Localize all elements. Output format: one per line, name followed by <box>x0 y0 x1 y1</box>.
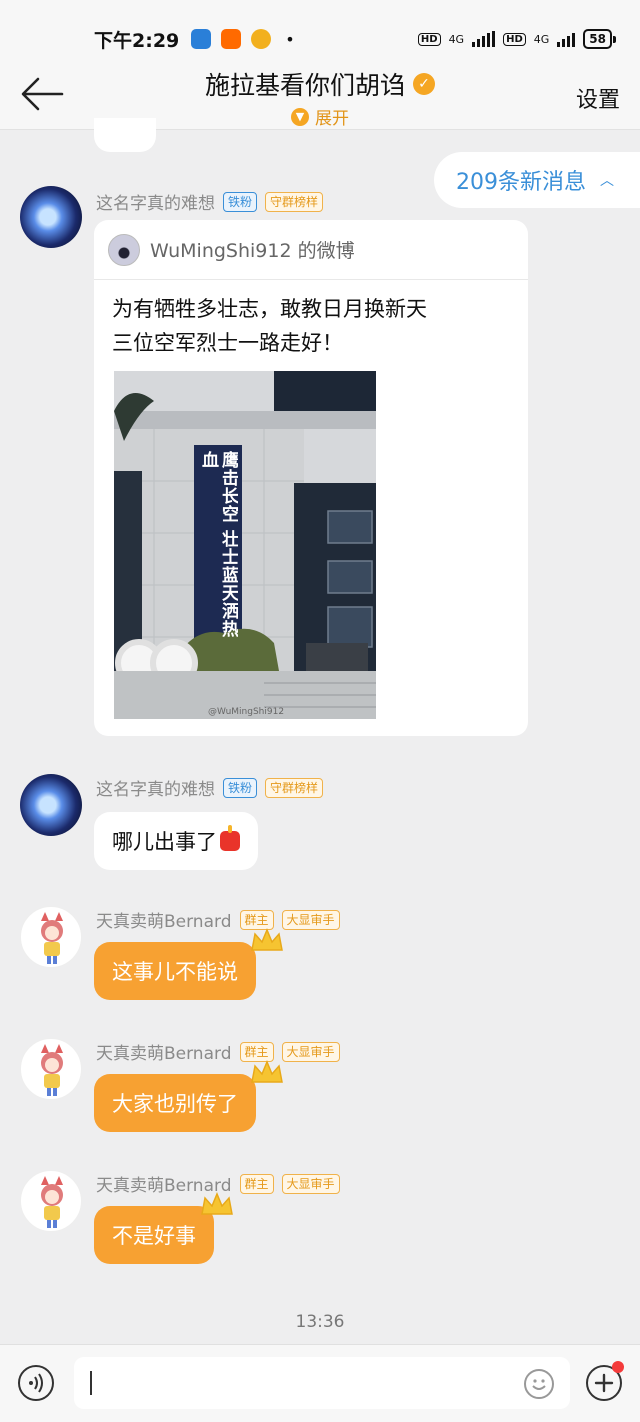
mi-notification-icon <box>221 29 242 49</box>
group-name: 施拉基看你们胡诌 <box>204 71 405 100</box>
battery-icon: 58 <box>583 29 616 49</box>
owner-badge: 群主 <box>239 909 274 930</box>
message-text: 大家也别传了 <box>112 1092 238 1116</box>
message-text: 不是好事 <box>112 1224 196 1248</box>
avatar[interactable] <box>20 774 82 836</box>
verified-icon: ✓ <box>413 73 435 95</box>
role-badge: 大显审手 <box>281 1041 340 1062</box>
card-text-line-1: 为有牺牲多壮志，敢教日月换新天 <box>112 297 427 321</box>
crown-icon <box>201 1192 233 1215</box>
fan-badge: 铁粉 <box>223 191 258 212</box>
card-text-line-2: 三位空军烈士一路走好！ <box>112 331 343 355</box>
sender-row: 这名字真的难想 铁粉 守群榜样 <box>96 775 324 800</box>
message-bubble[interactable]: 哪儿出事了 <box>94 812 258 870</box>
signal-icon-2 <box>557 31 576 47</box>
image-watermark: @WuMingShi912 <box>208 707 285 717</box>
card-text: 为有牺牲多壮志，敢教日月换新天 三位空军烈士一路走好！ <box>94 280 528 360</box>
previous-message-bubble <box>94 118 156 152</box>
network-type: 4G <box>448 32 465 46</box>
new-messages-label: 209条新消息 <box>456 170 586 195</box>
role-badge: 大显审手 <box>281 1173 340 1194</box>
banner-text: 鹰击长空 壮士蓝天洒热血 <box>198 451 238 638</box>
sender-name[interactable]: 这名字真的难想 <box>96 189 215 214</box>
signal-icon <box>472 31 496 47</box>
hd-badge: HD <box>417 32 441 46</box>
voice-button[interactable] <box>18 1365 54 1401</box>
owner-badge: 群主 <box>239 1041 274 1062</box>
role-badge: 大显审手 <box>281 909 340 930</box>
message-timestamp: 13:36 <box>295 1312 345 1332</box>
status-bar: 下午2:29 • HD 4G HD 4G 58 <box>0 0 640 62</box>
expand-button[interactable]: ▼ 展开 <box>291 104 349 129</box>
expand-label: 展开 <box>315 109 349 129</box>
crown-icon <box>251 928 283 951</box>
avatar[interactable] <box>20 1170 82 1232</box>
emoji-button[interactable] <box>524 1369 554 1399</box>
weibo-user-avatar <box>108 233 140 266</box>
card-header: WuMingShi912 的微博 <box>94 220 528 280</box>
message-text: 这事儿不能说 <box>112 960 238 984</box>
role-badge: 守群榜样 <box>265 777 324 798</box>
girl-avatar-illustration <box>41 1176 63 1228</box>
message-bubble[interactable]: 不是好事 <box>94 1206 214 1264</box>
app-notification-icon <box>191 29 212 49</box>
message-bubble[interactable]: 大家也别传了 <box>94 1074 256 1132</box>
weibo-notification-icon <box>251 29 272 49</box>
chevron-down-icon: ▼ <box>291 107 309 126</box>
owner-badge: 群主 <box>239 1173 274 1194</box>
new-messages-button[interactable]: 209条新消息 ︿ <box>434 152 640 208</box>
avatar[interactable] <box>20 186 82 248</box>
message-text: 哪儿出事了 <box>112 830 217 854</box>
crown-icon <box>251 1060 283 1083</box>
girl-avatar-illustration <box>41 1044 63 1096</box>
fan-badge: 铁粉 <box>223 777 258 798</box>
card-source: WuMingShi912 的微博 <box>150 240 355 262</box>
sender-row: 天真卖萌Bernard 群主 大显审手 <box>96 907 340 932</box>
settings-button[interactable]: 设置 <box>576 82 620 114</box>
sender-name[interactable]: 天真卖萌Bernard <box>96 907 232 932</box>
text-caret <box>90 1371 92 1395</box>
avatar[interactable] <box>20 906 82 968</box>
sender-row: 天真卖萌Bernard 群主 大显审手 <box>96 1039 340 1064</box>
chevron-up-icon: ︿ <box>600 173 614 189</box>
voice-icon <box>29 1373 43 1393</box>
memorial-photo-illustration <box>114 371 376 719</box>
status-right: HD 4G HD 4G 58 <box>417 29 616 49</box>
role-badge: 守群榜样 <box>265 191 324 212</box>
emoji-icon <box>532 1379 546 1390</box>
input-bar <box>0 1344 640 1422</box>
more-notifications-dot: • <box>285 29 295 49</box>
message-bubble[interactable]: 这事儿不能说 <box>94 942 256 1000</box>
notification-dot <box>612 1361 624 1373</box>
sender-row: 这名字真的难想 铁粉 守群榜样 <box>96 189 324 214</box>
more-actions-button[interactable] <box>586 1361 624 1401</box>
memorial-photo[interactable]: 鹰击长空 壮士蓝天洒热血 @WuMingShi912 <box>114 371 376 719</box>
sender-name[interactable]: 这名字真的难想 <box>96 775 215 800</box>
avatar[interactable] <box>20 1038 82 1100</box>
weibo-share-card[interactable]: WuMingShi912 的微博 为有牺牲多壮志，敢教日月换新天 三位空军烈士一… <box>94 220 528 736</box>
status-time: 下午2:29 <box>94 29 180 52</box>
page-title[interactable]: 施拉基看你们胡诌 ✓ <box>205 66 435 102</box>
message-input[interactable] <box>74 1357 570 1409</box>
girl-avatar-illustration <box>41 912 63 964</box>
hd-badge-2: HD <box>503 32 526 46</box>
network-type-2: 4G <box>533 32 550 46</box>
candle-emoji-icon <box>220 825 240 851</box>
sender-name[interactable]: 天真卖萌Bernard <box>96 1039 232 1064</box>
